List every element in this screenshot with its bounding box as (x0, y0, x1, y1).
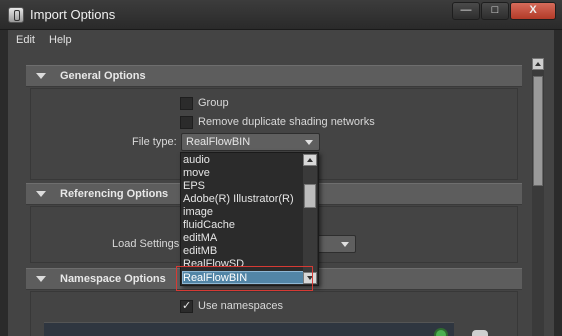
menu-edit[interactable]: Edit (16, 34, 35, 46)
panel-scrollbar[interactable] (532, 58, 544, 336)
title-bar: Import Options — □ X (0, 0, 562, 30)
referencing-options-title: Referencing Options (60, 188, 169, 200)
namespace-options-title: Namespace Options (60, 273, 166, 285)
remove-duplicate-label: Remove duplicate shading networks (198, 116, 375, 128)
list-scrollbar[interactable] (303, 154, 317, 284)
selection-highlight (176, 266, 313, 291)
chevron-down-icon (305, 140, 313, 145)
option-illustrator[interactable]: Adobe(R) Illustrator(R) (183, 193, 303, 205)
next-section-strip (44, 322, 454, 336)
list-scroll-up-button[interactable] (303, 154, 317, 166)
menu-help[interactable]: Help (49, 34, 72, 46)
general-options-title: General Options (60, 70, 146, 82)
scroll-up-button[interactable] (532, 58, 544, 70)
general-options-header[interactable]: General Options (26, 65, 522, 87)
triangle-down-icon (36, 191, 46, 197)
maximize-button[interactable]: □ (481, 2, 509, 20)
remove-duplicate-checkbox[interactable] (180, 116, 193, 129)
triangle-down-icon (36, 73, 46, 79)
minimize-button[interactable]: — (452, 2, 480, 20)
figure-icon (472, 330, 488, 336)
file-type-value: RealFlowBIN (186, 136, 251, 148)
file-type-dropdown[interactable]: RealFlowBIN (181, 133, 320, 151)
status-dot-icon (434, 328, 448, 336)
group-checkbox[interactable] (180, 97, 193, 110)
maya-icon (8, 7, 24, 23)
chevron-down-icon (341, 242, 349, 247)
load-settings-label: Load Settings (112, 238, 180, 250)
option-image[interactable]: image (183, 206, 303, 218)
triangle-down-icon (36, 276, 46, 282)
window-title: Import Options (30, 7, 116, 22)
option-fluidcache[interactable]: fluidCache (183, 219, 303, 231)
file-type-label: File type: (132, 136, 177, 148)
option-editmb[interactable]: editMB (183, 245, 303, 257)
use-namespaces-checkbox[interactable] (180, 299, 193, 313)
group-label: Group (198, 97, 229, 109)
option-editma[interactable]: editMA (183, 232, 303, 244)
option-audio[interactable]: audio (183, 154, 303, 166)
close-button[interactable]: X (510, 2, 556, 20)
option-eps[interactable]: EPS (183, 180, 303, 192)
list-scroll-thumb[interactable] (304, 184, 316, 208)
use-namespaces-label: Use namespaces (198, 300, 283, 312)
option-move[interactable]: move (183, 167, 303, 179)
menu-bar: Edit Help (8, 30, 554, 52)
scroll-thumb[interactable] (533, 76, 543, 186)
